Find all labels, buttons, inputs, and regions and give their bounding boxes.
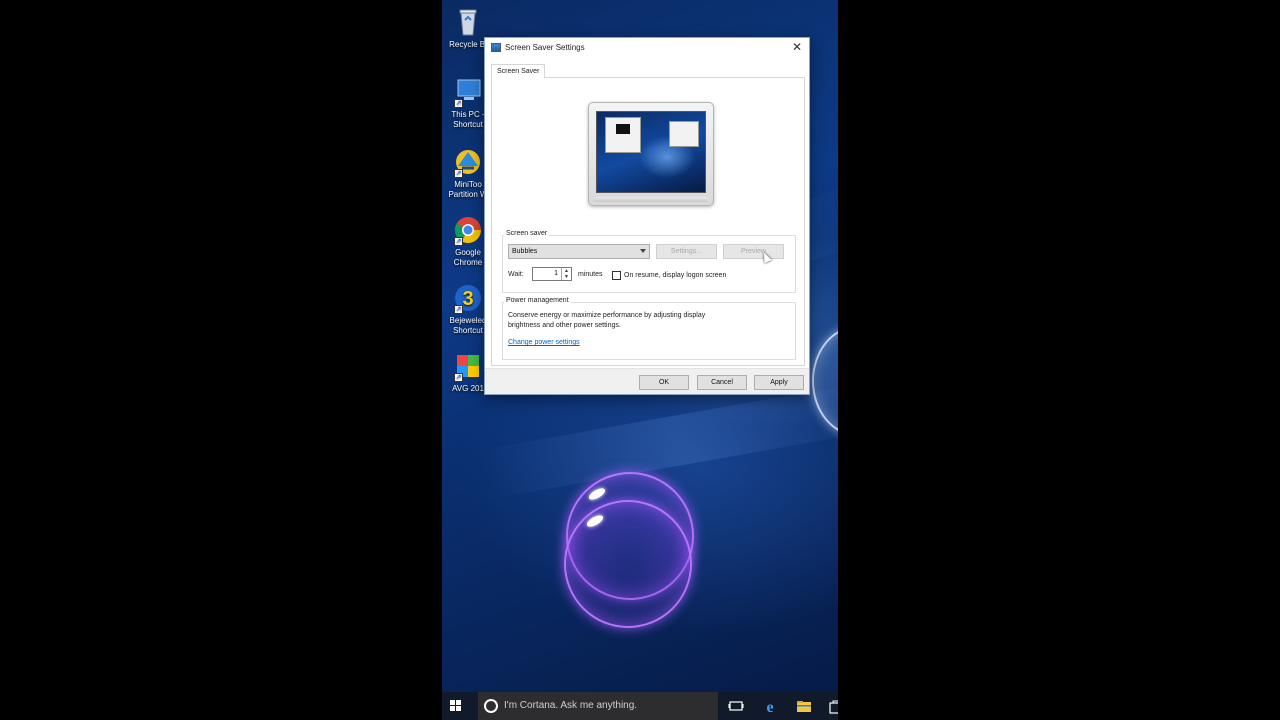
preview-monitor bbox=[588, 102, 714, 206]
desktop-screen: Recycle Bi ↗ This PC - Shortcut ↗ MiniTo… bbox=[442, 0, 838, 720]
edge-icon[interactable]: e bbox=[762, 698, 778, 716]
wait-label: Wait: bbox=[508, 271, 524, 278]
shortcut-arrow-icon: ↗ bbox=[454, 373, 463, 382]
dialog-title: Screen Saver Settings bbox=[505, 43, 585, 52]
ok-button[interactable]: OK bbox=[639, 375, 689, 390]
minutes-label: minutes bbox=[578, 271, 603, 278]
bubble-highlight bbox=[585, 513, 605, 529]
wait-minutes-stepper[interactable]: 1 ▲ ▼ bbox=[532, 267, 572, 281]
power-description-line: brightness and other power settings. bbox=[508, 322, 621, 329]
spin-down-icon[interactable]: ▼ bbox=[561, 274, 571, 280]
file-explorer-icon[interactable] bbox=[796, 698, 812, 714]
close-icon[interactable]: ✕ bbox=[791, 40, 803, 54]
minitool-icon: ↗ bbox=[452, 146, 484, 178]
change-power-settings-link[interactable]: Change power settings bbox=[508, 339, 580, 346]
taskbar: I'm Cortana. Ask me anything. e bbox=[442, 692, 838, 720]
preview-screen bbox=[596, 111, 706, 193]
avg-icon: ↗ bbox=[452, 350, 484, 382]
tab-strip: Screen Saver bbox=[491, 64, 805, 79]
shortcut-arrow-icon: ↗ bbox=[454, 237, 463, 246]
preview-window bbox=[605, 117, 641, 153]
apply-button[interactable]: Apply bbox=[754, 375, 804, 390]
shortcut-arrow-icon: ↗ bbox=[454, 99, 463, 108]
power-management-title: Power management bbox=[504, 297, 571, 304]
power-description-line: Conserve energy or maximize performance … bbox=[508, 312, 706, 319]
shortcut-arrow-icon: ↗ bbox=[454, 169, 463, 178]
computer-icon: ↗ bbox=[452, 76, 484, 108]
bubble-highlight bbox=[587, 486, 607, 502]
tab-screen-saver[interactable]: Screen Saver bbox=[491, 64, 546, 79]
monitor-stand bbox=[594, 197, 708, 202]
cancel-button[interactable]: Cancel bbox=[697, 375, 747, 390]
cortana-placeholder: I'm Cortana. Ask me anything. bbox=[504, 700, 638, 711]
screen-saver-select-value: Bubbles bbox=[512, 248, 538, 255]
chrome-icon: ↗ bbox=[452, 214, 484, 246]
power-description: Conserve energy or maximize performance … bbox=[508, 311, 705, 331]
dialog-titlebar[interactable]: Screen Saver Settings ✕ bbox=[485, 38, 809, 58]
recycle-bin-icon bbox=[452, 6, 484, 38]
cortana-search-box[interactable]: I'm Cortana. Ask me anything. bbox=[478, 692, 718, 720]
dialog-footer: OK Cancel Apply bbox=[485, 368, 809, 394]
bejeweled-icon: 3 ↗ bbox=[452, 282, 484, 314]
settings-button[interactable]: Settings... bbox=[656, 244, 717, 259]
screen-saver-settings-dialog: Screen Saver Settings ✕ Screen Saver Scr… bbox=[484, 37, 810, 395]
preview-window bbox=[669, 121, 699, 147]
screen-saver-group-title: Screen saver bbox=[504, 230, 550, 237]
preview-button[interactable]: Preview bbox=[723, 244, 784, 259]
shortcut-arrow-icon: ↗ bbox=[454, 305, 463, 314]
logon-screen-label[interactable]: On resume, display logon screen bbox=[624, 272, 726, 279]
logon-screen-checkbox[interactable] bbox=[612, 271, 621, 280]
screen-saver-app-icon bbox=[491, 43, 501, 52]
windows-start-icon[interactable] bbox=[450, 700, 462, 712]
screen-saver-panel: Screen saver Bubbles Settings... Preview… bbox=[491, 78, 805, 366]
wait-minutes-value: 1 bbox=[554, 270, 558, 277]
chevron-down-icon bbox=[640, 249, 646, 253]
bubble bbox=[564, 500, 692, 628]
task-view-icon[interactable] bbox=[728, 698, 744, 714]
svg-text:3: 3 bbox=[462, 288, 473, 310]
screen-saver-select[interactable]: Bubbles bbox=[508, 244, 650, 259]
store-icon[interactable] bbox=[828, 698, 838, 714]
cortana-icon bbox=[484, 699, 498, 713]
svg-text:e: e bbox=[766, 699, 773, 714]
